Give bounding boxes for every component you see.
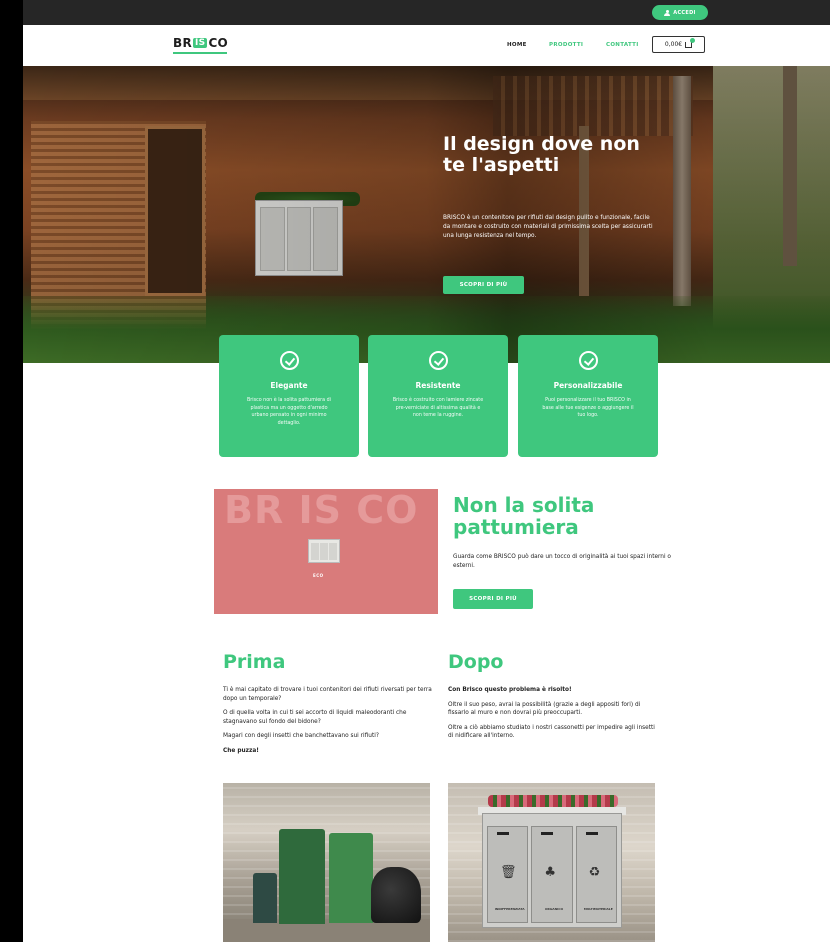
promo-image: BR IS CO ECO bbox=[214, 489, 438, 614]
flowers bbox=[488, 795, 618, 807]
garbage-bag bbox=[371, 867, 421, 923]
check-circle-icon bbox=[578, 351, 598, 370]
logo[interactable]: BR IS CO bbox=[173, 36, 228, 50]
recycle-icon: ♻ bbox=[588, 865, 601, 880]
promo-title: Non la solita pattumiera bbox=[453, 493, 595, 539]
logo-part: BR bbox=[173, 36, 192, 50]
logo-part: IS bbox=[193, 38, 208, 48]
bin-slot bbox=[541, 832, 554, 835]
logo-underline bbox=[173, 52, 227, 54]
wheelie-bin bbox=[279, 829, 325, 924]
navbar: BR IS CO HOME PRODOTTI CONTATTI 0,00€ bbox=[23, 25, 830, 66]
nav-contacts[interactable]: CONTATTI bbox=[606, 42, 639, 48]
hero-overlay bbox=[23, 66, 830, 363]
bin-door: ♣ ORGANICO bbox=[531, 826, 573, 923]
wheelie-bin bbox=[253, 873, 277, 923]
bin-door: ♻ MULTIMATERIALE bbox=[575, 826, 617, 923]
dopo-paragraph: Oltre il suo peso, avrai la possibilità … bbox=[448, 701, 641, 717]
trash-icon: 🗑 bbox=[500, 865, 517, 880]
bin-door: 🗑 INDIFFERENZIATA bbox=[487, 826, 529, 923]
promo-bin-image bbox=[308, 539, 340, 563]
promo-cta-button[interactable]: SCOPRI DI PIÙ bbox=[453, 589, 533, 609]
hero-text: BRISCO è un contenitore per rifiuti dal … bbox=[443, 215, 653, 239]
organic-icon: ♣ bbox=[544, 865, 556, 880]
prima-text: Ti è mai capitato di trovare i tuoi cont… bbox=[223, 686, 433, 761]
login-label: ACCEDI bbox=[673, 9, 696, 16]
feature-card-elegante: Elegante Brisco non è la solita pattumie… bbox=[219, 335, 359, 457]
bin-label: ORGANICO bbox=[544, 907, 563, 911]
cart-icon bbox=[685, 37, 696, 48]
prima-paragraph: Magari con degli insetti che banchettava… bbox=[223, 733, 379, 739]
check-circle-icon bbox=[428, 351, 448, 370]
hero: Il design dove non te l'aspetti BRISCO è… bbox=[23, 66, 830, 363]
prima-paragraph: O di quella volta in cui ti sei accorto … bbox=[223, 710, 407, 725]
prima-photo bbox=[223, 783, 430, 942]
dopo-paragraph: Oltre a ciò abbiamo studiato i nostri ca… bbox=[448, 724, 655, 740]
bin-slot bbox=[497, 832, 509, 835]
feature-text: Brisco è costruito con lamiere zincate p… bbox=[392, 398, 484, 418]
prima-paragraph: Che puzza! bbox=[223, 747, 259, 754]
promo-caption: ECO bbox=[313, 573, 324, 578]
nav-products[interactable]: PRODOTTI bbox=[549, 42, 583, 48]
cart-badge bbox=[690, 37, 696, 43]
nav-home[interactable]: HOME bbox=[507, 42, 527, 48]
prima-paragraph: Ti è mai capitato di trovare i tuoi cont… bbox=[223, 687, 432, 702]
cart-button[interactable]: 0,00€ bbox=[652, 36, 705, 53]
bin-label: MULTIMATERIALE bbox=[583, 907, 613, 911]
logo-part: CO bbox=[208, 36, 229, 50]
feature-text: Brisco non è la solita pattumiera di pla… bbox=[246, 398, 331, 426]
feature-card-personalizzabile: Personalizzabile Puoi personalizzare il … bbox=[518, 335, 658, 457]
promo-text: Guarda come BRISCO può dare un tocco di … bbox=[453, 554, 671, 569]
feature-title: Personalizzabile bbox=[553, 381, 623, 390]
hero-cta-button[interactable]: SCOPRI DI PIÙ bbox=[443, 276, 524, 294]
check-circle-icon bbox=[279, 351, 299, 370]
cart-total: 0,00€ bbox=[664, 41, 683, 48]
hero-title: Il design dove non te l'aspetti bbox=[443, 133, 640, 176]
dopo-title: Dopo bbox=[448, 651, 504, 673]
login-button[interactable]: ACCEDI bbox=[652, 5, 708, 20]
feature-text: Puoi personalizzare il tuo BRISCO in bas… bbox=[542, 398, 634, 418]
dopo-paragraph: Con Brisco questo problema è risolto! bbox=[448, 687, 572, 693]
feature-title: Elegante bbox=[270, 381, 308, 390]
dopo-photo: 🗑 INDIFFERENZIATA ♣ ORGANICO ♻ MULTIMATE… bbox=[448, 783, 655, 942]
dopo-text: Con Brisco questo problema è risolto! Ol… bbox=[448, 686, 658, 747]
page: ACCEDI BR IS CO HOME PRODOTTI CONTATTI 0… bbox=[23, 0, 830, 942]
prima-title: Prima bbox=[223, 651, 286, 673]
feature-card-resistente: Resistente Brisco è costruito con lamier… bbox=[368, 335, 508, 457]
feature-title: Resistente bbox=[415, 381, 461, 390]
wheelie-bin bbox=[329, 833, 373, 923]
top-bar: ACCEDI bbox=[23, 0, 830, 25]
bin-slot bbox=[585, 832, 598, 835]
brisco-bin: 🗑 INDIFFERENZIATA ♣ ORGANICO ♻ MULTIMATE… bbox=[482, 813, 622, 928]
bin-label: INDIFFERENZIATA bbox=[494, 907, 525, 911]
user-icon bbox=[664, 9, 671, 16]
promo-bg-text: BR IS CO bbox=[224, 489, 419, 532]
